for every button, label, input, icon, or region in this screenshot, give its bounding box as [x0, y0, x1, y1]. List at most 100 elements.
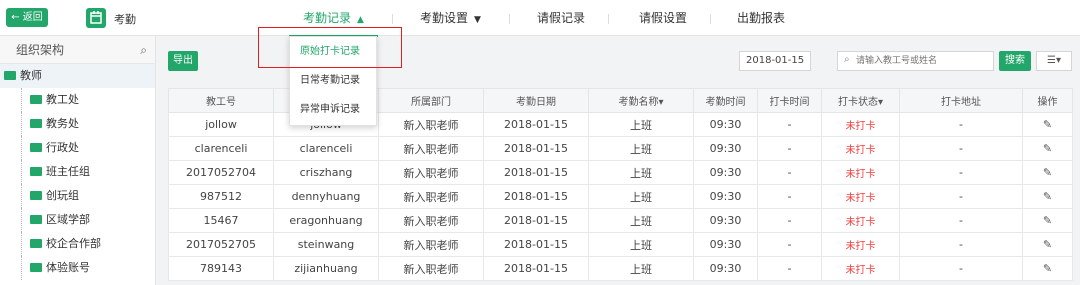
- table-cell: 09:30: [693, 136, 758, 161]
- table-cell: 未打卡: [821, 256, 900, 281]
- table-cell: 2017052705: [168, 232, 274, 257]
- date-picker[interactable]: 2018-01-15: [739, 51, 811, 71]
- table-cell: -: [757, 256, 822, 281]
- table-cell: -: [757, 160, 822, 185]
- table-cell: 09:30: [693, 160, 758, 185]
- tree-item[interactable]: 教务处: [0, 112, 155, 136]
- table-cell: 2018-01-15: [483, 232, 589, 257]
- table-cell: 09:30: [693, 256, 758, 281]
- table-cell: 未打卡: [821, 208, 900, 233]
- table-cell: -: [899, 208, 1023, 233]
- table-cell: eragonhuang: [273, 208, 379, 233]
- nav-leave-settings[interactable]: 请假设置: [639, 0, 687, 36]
- edit-icon[interactable]: ✎: [1042, 215, 1053, 226]
- table-cell: -: [899, 112, 1023, 137]
- search-button[interactable]: 搜索: [999, 51, 1031, 71]
- tree-root-teachers[interactable]: 教师: [0, 64, 155, 88]
- table-row: 15467 eragonhuang 新入职老师 2018-01-15 上班 09:30- 未…: [168, 208, 1073, 233]
- table-cell: 2018-01-15: [483, 112, 589, 137]
- table-cell: 2018-01-15: [483, 160, 589, 185]
- col-header-sortable[interactable]: 考勤名称▾: [588, 88, 694, 113]
- nav-leave-records[interactable]: 请假记录: [537, 0, 585, 36]
- menu-item-raw-punch-records[interactable]: 原始打卡记录: [290, 37, 376, 66]
- table-cell: 新入职老师: [378, 184, 484, 209]
- folder-icon: [30, 239, 42, 248]
- calendar-icon: [86, 8, 106, 28]
- table-cell: 新入职老师: [378, 256, 484, 281]
- table-cell: 上班: [588, 232, 694, 257]
- table-row: 2017052705 steinwang 新入职老师 2018-01-15 上班 09:3…: [168, 232, 1073, 257]
- table-cell: -: [757, 136, 822, 161]
- table-cell: ✎: [1022, 184, 1073, 209]
- table-cell: clarenceli: [273, 136, 379, 161]
- table-cell: jollow: [168, 112, 274, 137]
- edit-icon[interactable]: ✎: [1042, 167, 1053, 178]
- tree-item[interactable]: 班主任组: [0, 160, 155, 184]
- nav-divider: [608, 14, 609, 24]
- col-header: 考勤日期: [483, 88, 589, 113]
- col-header: 操作: [1022, 88, 1073, 113]
- tree-item[interactable]: 校企合作部: [0, 232, 155, 256]
- search-icon[interactable]: ⌕: [140, 36, 147, 64]
- chevron-down-icon: ▼: [474, 15, 481, 25]
- app-title: 考勤: [114, 13, 136, 26]
- table-cell: -: [757, 184, 822, 209]
- edit-icon[interactable]: ✎: [1042, 143, 1053, 154]
- table-cell: ✎: [1022, 160, 1073, 185]
- folder-icon: [30, 191, 42, 200]
- table-cell: 2017052704: [168, 160, 274, 185]
- table-cell: 未打卡: [821, 232, 900, 257]
- table-cell: 2018-01-15: [483, 184, 589, 209]
- table-cell: 09:30: [693, 208, 758, 233]
- table-cell: -: [899, 136, 1023, 161]
- table-cell: dennyhuang: [273, 184, 379, 209]
- tree-item[interactable]: 体验账号: [0, 256, 155, 280]
- nav-divider: [392, 14, 393, 24]
- folder-icon: [30, 95, 42, 104]
- col-header: 教工号: [168, 88, 274, 113]
- table-cell: -: [899, 232, 1023, 257]
- table-cell: -: [899, 256, 1023, 281]
- table-cell: 新入职老师: [378, 112, 484, 137]
- edit-icon[interactable]: ✎: [1042, 239, 1053, 250]
- folder-icon: [30, 263, 42, 272]
- export-button[interactable]: 导出: [168, 51, 198, 71]
- table-cell: -: [757, 112, 822, 137]
- tree-item[interactable]: 行政处: [0, 136, 155, 160]
- edit-icon[interactable]: ✎: [1042, 263, 1053, 274]
- menu-item-daily-attendance[interactable]: 日常考勤记录: [290, 66, 376, 95]
- table-row: 987512 dennyhuang 新入职老师 2018-01-15 上班 09:30- 未…: [168, 184, 1073, 209]
- tree-item[interactable]: 创玩组: [0, 184, 155, 208]
- tree-item[interactable]: 区域学部: [0, 208, 155, 232]
- table-cell: ✎: [1022, 256, 1073, 281]
- col-header: 打卡地址: [899, 88, 1023, 113]
- table-cell: 未打卡: [821, 160, 900, 185]
- table-cell: 789143: [168, 256, 274, 281]
- col-header-sortable[interactable]: 打卡状态▾: [821, 88, 900, 113]
- nav-divider: [710, 14, 711, 24]
- nav-attendance-settings[interactable]: 考勤设置 ▼: [420, 0, 481, 36]
- menu-item-exception-appeals[interactable]: 异常申诉记录: [290, 95, 376, 124]
- table-cell: 上班: [588, 184, 694, 209]
- table-cell: 新入职老师: [378, 136, 484, 161]
- col-header: 考勤时间: [693, 88, 758, 113]
- table-cell: 未打卡: [821, 112, 900, 137]
- column-view-button[interactable]: ☰▾: [1036, 51, 1072, 71]
- table-cell: -: [899, 160, 1023, 185]
- folder-icon: [30, 215, 42, 224]
- search-field[interactable]: ⌕: [837, 51, 994, 71]
- back-button[interactable]: ← 返回: [6, 8, 48, 27]
- nav-attendance-records[interactable]: 考勤记录 ▲: [289, 0, 378, 37]
- table-cell: 2018-01-15: [483, 208, 589, 233]
- table-cell: ✎: [1022, 232, 1073, 257]
- folder-icon: [30, 119, 42, 128]
- folder-open-icon: [4, 71, 16, 80]
- search-input[interactable]: [856, 53, 990, 69]
- nav-attendance-report[interactable]: 出勤报表: [737, 0, 785, 36]
- table-cell: -: [899, 184, 1023, 209]
- table-cell: ✎: [1022, 208, 1073, 233]
- edit-icon[interactable]: ✎: [1042, 119, 1053, 130]
- table-cell: 未打卡: [821, 184, 900, 209]
- edit-icon[interactable]: ✎: [1042, 191, 1053, 202]
- tree-item[interactable]: 教工处: [0, 88, 155, 112]
